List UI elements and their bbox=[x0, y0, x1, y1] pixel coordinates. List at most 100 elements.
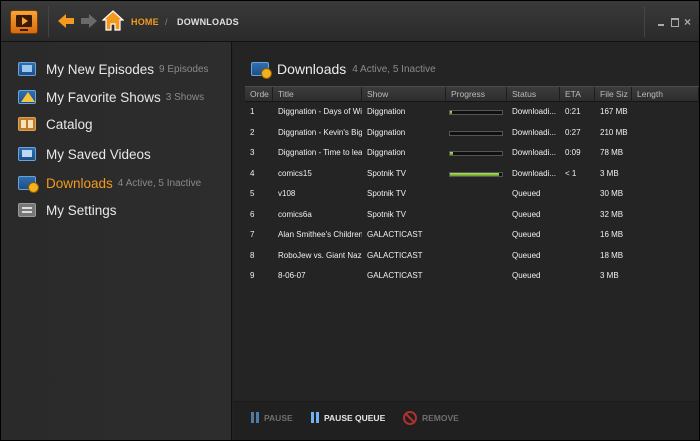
cell-show: GALACTICAST bbox=[367, 230, 423, 239]
forward-arrow-icon[interactable] bbox=[80, 12, 98, 30]
column-header-title[interactable]: Title bbox=[273, 87, 362, 102]
cell-file-size: 18 MB bbox=[600, 250, 624, 260]
pause-button[interactable]: PAUSE bbox=[251, 412, 293, 423]
cell-show: GALACTICAST bbox=[367, 271, 423, 280]
cell-order: 8 bbox=[250, 250, 255, 260]
progress-bar-fill bbox=[450, 152, 453, 155]
tv-icon bbox=[18, 62, 36, 76]
cell-eta: 0:27 bbox=[565, 127, 581, 137]
page-subtitle: 4 Active, 5 Inactive bbox=[352, 63, 436, 75]
minimize-icon[interactable] bbox=[656, 17, 666, 27]
breadcrumb-separator: / bbox=[165, 17, 168, 27]
sidebar-item-settings[interactable]: My Settings bbox=[18, 199, 117, 221]
column-header-file-size[interactable]: File Siz bbox=[595, 87, 632, 102]
table-row[interactable]: 1 Diggnation - Days of Wi Diggnation Downlo… bbox=[245, 102, 699, 123]
app-window: HOME / DOWNLOADS × My New Episodes 9 Epi… bbox=[0, 0, 700, 441]
pause-queue-label: PAUSE QUEUE bbox=[324, 412, 386, 423]
settings-icon bbox=[18, 203, 36, 217]
cell-show: Diggnation bbox=[367, 107, 406, 116]
cell-status: Queued bbox=[512, 189, 541, 198]
cell-length bbox=[632, 143, 699, 163]
sidebar-item-label: Catalog bbox=[46, 116, 93, 132]
cell-show: Spotnik TV bbox=[367, 189, 406, 198]
cell-title: 8-06-07 bbox=[278, 271, 306, 280]
main-panel: Downloads 4 Active, 5 Inactive Orde Titl… bbox=[233, 42, 699, 440]
table-row[interactable]: 2 Diggnation - Kevin's Big Diggnation Downl… bbox=[245, 123, 699, 144]
cell-length bbox=[632, 184, 699, 204]
sidebar-item-count: 4 Active, 5 Inactive bbox=[117, 177, 202, 189]
app-logo-icon[interactable] bbox=[10, 10, 38, 34]
cell-length bbox=[632, 123, 699, 143]
downloads-icon bbox=[251, 62, 272, 79]
table-row[interactable]: 5 v108 Spotnik TV Queued 30 MB bbox=[245, 184, 699, 205]
cell-title: v108 bbox=[278, 189, 296, 198]
progress-bar bbox=[449, 171, 503, 177]
progress-bar-fill bbox=[450, 111, 453, 114]
cell-order: 3 bbox=[250, 148, 255, 157]
sidebar-item-label: My Favorite Shows bbox=[46, 89, 161, 105]
column-header-eta[interactable]: ETA bbox=[560, 87, 595, 102]
cell-order: 6 bbox=[250, 209, 255, 219]
table-row[interactable]: 6 comics6a Spotnik TV Queued 32 MB bbox=[245, 205, 699, 226]
table-row[interactable]: 9 8-06-07 GALACTICAST Queued 3 MB bbox=[245, 266, 699, 287]
cell-eta: < 1 bbox=[565, 168, 577, 178]
cell-length bbox=[632, 266, 699, 286]
divider bbox=[48, 6, 49, 37]
sidebar-item-saved-videos[interactable]: My Saved Videos bbox=[18, 143, 151, 165]
cell-title: Diggnation - Kevin's Big bbox=[278, 127, 362, 137]
cell-status: Queued bbox=[512, 230, 541, 239]
sidebar-item-count: 3 Shows bbox=[165, 91, 205, 103]
sidebar-item-favorite-shows[interactable]: My Favorite Shows 3 Shows bbox=[18, 86, 204, 108]
column-header-length[interactable]: Length bbox=[632, 87, 699, 102]
cell-title: Diggnation - Time to lea bbox=[278, 148, 362, 157]
table-row[interactable]: 8 RoboJew vs. Giant Nazi GALACTICAST Queued… bbox=[245, 246, 699, 267]
cell-show: GALACTICAST bbox=[367, 250, 423, 260]
sidebar-item-label: My New Episodes bbox=[46, 61, 155, 77]
table-row[interactable]: 7 Alan Smithee's Children GALACTICAST Queue… bbox=[245, 225, 699, 246]
remove-button[interactable]: REMOVE bbox=[403, 411, 459, 425]
cell-file-size: 3 MB bbox=[600, 168, 619, 178]
cell-order: 4 bbox=[250, 168, 255, 178]
column-header-order[interactable]: Orde bbox=[245, 87, 273, 102]
cell-order: 2 bbox=[250, 127, 255, 137]
breadcrumb-home[interactable]: HOME bbox=[131, 17, 159, 27]
cell-file-size: 16 MB bbox=[600, 230, 624, 239]
home-icon[interactable] bbox=[102, 10, 124, 32]
sidebar-item-label: Downloads bbox=[46, 175, 113, 191]
sidebar-item-label: My Settings bbox=[46, 202, 117, 218]
cell-status: Queued bbox=[512, 209, 541, 219]
cell-title: comics15 bbox=[278, 168, 312, 178]
cell-file-size: 210 MB bbox=[600, 127, 628, 137]
cell-eta: 0:09 bbox=[565, 148, 581, 157]
table-row[interactable]: 3 Diggnation - Time to lea Diggnation Downl… bbox=[245, 143, 699, 164]
column-header-show[interactable]: Show bbox=[362, 87, 446, 102]
pause-queue-button[interactable]: PAUSE QUEUE bbox=[311, 412, 385, 423]
cell-eta: 0:21 bbox=[565, 107, 581, 116]
cell-status: Downloadi... bbox=[512, 107, 557, 116]
close-icon[interactable]: × bbox=[684, 16, 694, 28]
sidebar-item-downloads[interactable]: Downloads 4 Active, 5 Inactive bbox=[18, 172, 201, 194]
downloads-table: Orde Title Show Progress Status ETA File… bbox=[245, 86, 699, 287]
catalog-icon bbox=[18, 117, 36, 131]
cell-show: Spotnik TV bbox=[367, 168, 406, 178]
cell-eta bbox=[560, 246, 595, 266]
sidebar-item-count: 9 Episodes bbox=[159, 63, 209, 75]
maximize-icon[interactable] bbox=[670, 17, 680, 27]
sidebar-item-catalog[interactable]: Catalog bbox=[18, 113, 93, 135]
cell-length bbox=[632, 102, 699, 122]
cell-eta bbox=[560, 205, 595, 225]
sidebar-item-new-episodes[interactable]: My New Episodes 9 Episodes bbox=[18, 58, 209, 80]
column-header-status[interactable]: Status bbox=[507, 87, 560, 102]
cell-title: Alan Smithee's Children bbox=[278, 230, 362, 239]
progress-bar bbox=[449, 130, 503, 136]
bottom-toolbar: PAUSE PAUSE QUEUE REMOVE bbox=[233, 401, 699, 440]
remove-icon bbox=[403, 411, 417, 425]
table-row[interactable]: 4 comics15 Spotnik TV Downloadi... < 1 3 MB bbox=[245, 164, 699, 185]
cell-status: Queued bbox=[512, 271, 541, 280]
back-arrow-icon[interactable] bbox=[57, 12, 75, 30]
progress-bar bbox=[449, 151, 503, 156]
pause-label: PAUSE bbox=[264, 412, 293, 423]
cell-title: comics6a bbox=[278, 209, 312, 219]
column-header-progress[interactable]: Progress bbox=[446, 87, 507, 102]
cell-status: Downloadi... bbox=[512, 168, 557, 178]
